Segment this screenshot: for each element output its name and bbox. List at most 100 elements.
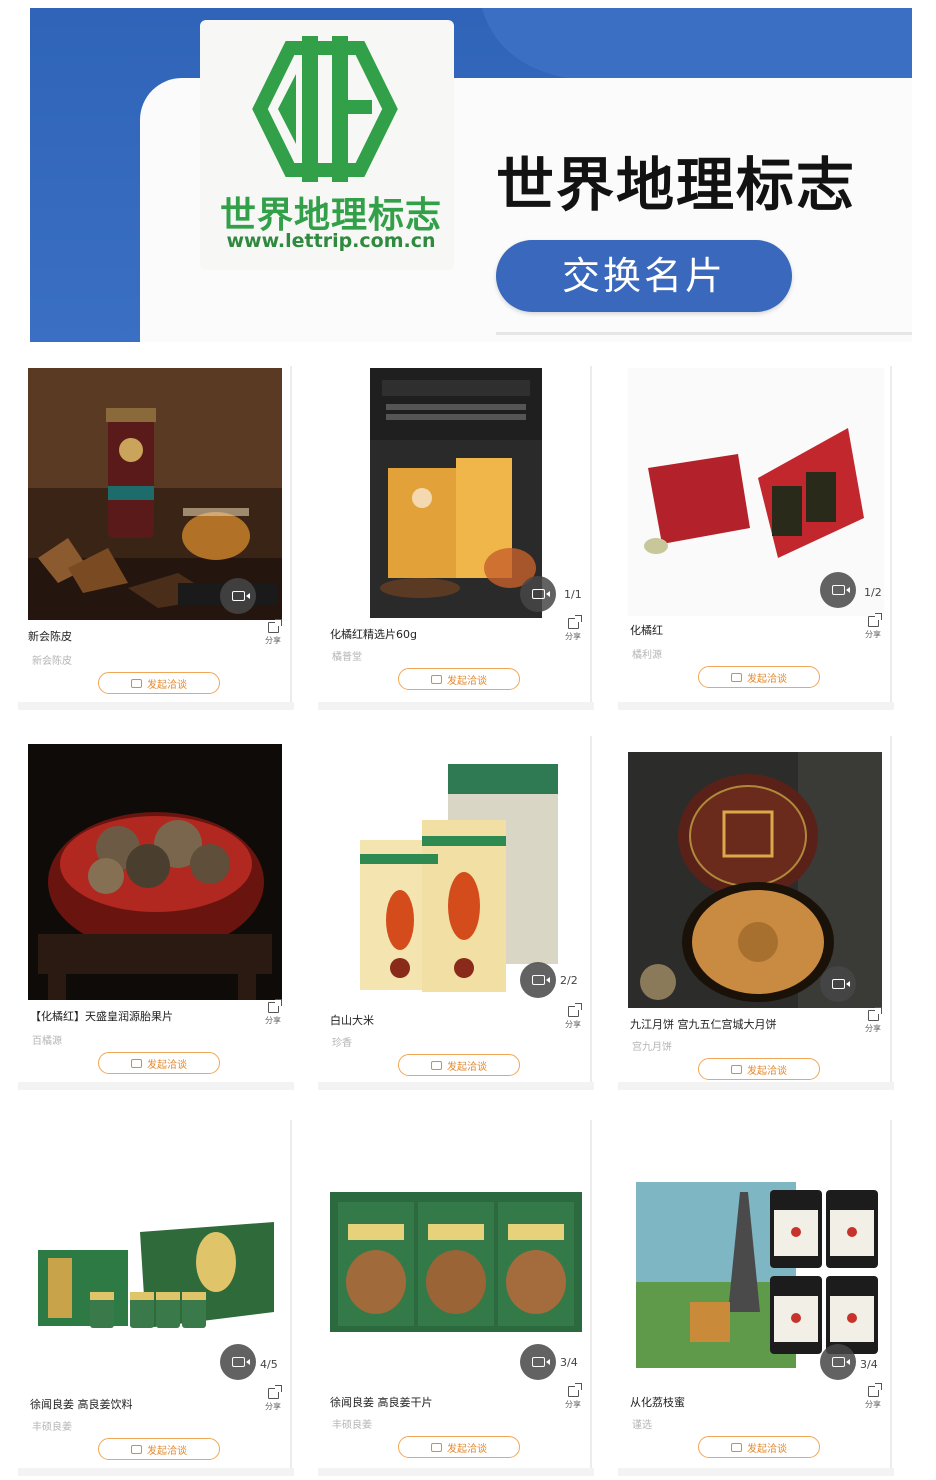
product-image[interactable] [370, 368, 542, 618]
image-counter: 4/5 [260, 1358, 278, 1371]
chat-icon [131, 678, 142, 688]
video-play-icon[interactable] [520, 1344, 556, 1380]
product-title: 【化橘红】天盛皇润源胎果片 [30, 1010, 173, 1023]
product-title: 徐闻良姜 高良姜干片 [330, 1396, 433, 1409]
product-card[interactable]: 新会陈皮 分享 新会陈皮 发起洽谈 [18, 366, 294, 708]
product-card[interactable]: 九江月饼 宫九五仁宫城大月饼 分享 宫九月饼 发起洽谈 [618, 736, 894, 1080]
share-icon [867, 1007, 882, 1021]
share-icon [567, 615, 582, 629]
card-shadow [318, 1468, 594, 1476]
chat-icon [131, 1444, 142, 1454]
image-counter: 2/2 [560, 974, 578, 987]
geo-logo-icon [252, 36, 398, 182]
video-play-icon[interactable] [220, 578, 256, 614]
start-deal-button[interactable]: 发起洽谈 [98, 1052, 220, 1074]
product-title: 徐闻良姜 高良姜饮料 [30, 1398, 133, 1411]
product-title: 化橘红精选片60g [330, 628, 417, 641]
start-deal-button[interactable]: 发起洽谈 [398, 1054, 520, 1076]
share-button[interactable]: 分享 [262, 999, 284, 1026]
chat-icon [431, 1060, 442, 1070]
share-button[interactable]: 分享 [562, 1383, 584, 1410]
card-shadow [618, 1082, 894, 1090]
start-deal-button[interactable]: 发起洽谈 [98, 1438, 220, 1460]
start-deal-button[interactable]: 发起洽谈 [398, 668, 520, 690]
share-button[interactable]: 分享 [862, 1383, 884, 1410]
card-shadow [318, 1082, 594, 1090]
chat-icon [431, 1442, 442, 1452]
product-card[interactable]: 4/5 徐闻良姜 高良姜饮料 分享 丰硕良姜 发起洽谈 [18, 1120, 294, 1462]
product-brand: 新会陈皮 [32, 656, 72, 667]
product-brand: 橘普堂 [332, 652, 362, 663]
chat-icon [431, 674, 442, 684]
product-card[interactable]: 【化橘红】天盛皇润源胎果片 分享 百橘源 发起洽谈 [18, 736, 294, 1078]
product-card[interactable]: 2/2 白山大米 分享 珍香 发起洽谈 [318, 736, 594, 1078]
product-title: 新会陈皮 [28, 630, 72, 643]
card-divider [590, 1120, 592, 1468]
product-title: 化橘红 [630, 624, 663, 637]
video-play-icon[interactable] [820, 572, 856, 608]
product-brand: 百橘源 [32, 1036, 62, 1047]
share-button[interactable]: 分享 [562, 615, 584, 642]
product-brand: 宫九月饼 [632, 1042, 672, 1053]
exchange-card-button[interactable]: 交换名片 [496, 240, 792, 312]
start-deal-button[interactable]: 发起洽谈 [698, 666, 820, 688]
chat-icon [731, 1442, 742, 1452]
chat-icon [131, 1058, 142, 1068]
card-divider [290, 1120, 292, 1468]
image-counter: 3/4 [860, 1358, 878, 1371]
product-brand: 丰硕良姜 [332, 1420, 372, 1431]
card-shadow [618, 1468, 894, 1476]
share-button[interactable]: 分享 [862, 1007, 884, 1034]
card-divider [890, 1120, 892, 1468]
card-shadow [18, 1082, 294, 1090]
product-card[interactable]: 1/1 化橘红精选片60g 分享 橘普堂 发起洽谈 [318, 366, 594, 708]
share-button[interactable]: 分享 [262, 619, 284, 646]
share-icon [567, 1003, 582, 1017]
share-button[interactable]: 分享 [262, 1385, 284, 1412]
video-play-icon[interactable] [520, 576, 556, 612]
share-icon [567, 1383, 582, 1397]
card-divider [890, 736, 892, 1082]
video-play-icon[interactable] [220, 1344, 256, 1380]
start-deal-button[interactable]: 发起洽谈 [698, 1436, 820, 1458]
card-shadow [318, 702, 594, 710]
share-icon [267, 619, 282, 633]
product-title: 白山大米 [330, 1014, 374, 1027]
card-shadow [18, 1468, 294, 1476]
divider [496, 332, 912, 335]
share-icon [867, 613, 882, 627]
product-card[interactable]: 3/4 徐闻良姜 高良姜干片 分享 丰硕良姜 发起洽谈 [318, 1120, 594, 1462]
card-shadow [618, 702, 894, 710]
product-title: 从化荔枝蜜 [630, 1396, 685, 1409]
product-brand: 橘利源 [632, 650, 662, 661]
start-deal-button[interactable]: 发起洽谈 [698, 1058, 820, 1080]
product-brand: 珍香 [332, 1038, 352, 1049]
product-brand: 谨选 [632, 1420, 652, 1431]
video-play-icon[interactable] [820, 1344, 856, 1380]
card-divider [890, 366, 892, 706]
video-play-icon[interactable] [820, 966, 856, 1002]
share-button[interactable]: 分享 [862, 613, 884, 640]
start-deal-button[interactable]: 发起洽谈 [398, 1436, 520, 1458]
card-divider [590, 366, 592, 706]
header-banner: 世界地理标志 www.lettrip.com.cn 世界地理标志 交换名片 [30, 8, 912, 342]
product-image[interactable] [630, 1132, 884, 1382]
product-image[interactable] [30, 1132, 284, 1382]
image-counter: 1/2 [864, 586, 882, 599]
chat-icon [731, 1064, 742, 1074]
video-play-icon[interactable] [520, 962, 556, 998]
start-deal-button[interactable]: 发起洽谈 [98, 672, 220, 694]
product-card[interactable]: 3/4 从化荔枝蜜 分享 谨选 发起洽谈 [618, 1120, 894, 1462]
product-image[interactable] [28, 744, 282, 1000]
card-divider [590, 736, 592, 1082]
card-divider [290, 366, 292, 706]
share-icon [867, 1383, 882, 1397]
share-icon [267, 1385, 282, 1399]
product-title: 九江月饼 宫九五仁宫城大月饼 [630, 1018, 777, 1031]
product-card[interactable]: 1/2 化橘红 分享 橘利源 发起洽谈 [618, 366, 894, 708]
share-button[interactable]: 分享 [562, 1003, 584, 1030]
page-title: 世界地理标志 [496, 151, 857, 219]
logo-url: www.lettrip.com.cn [226, 230, 436, 252]
product-brand: 丰硕良姜 [32, 1422, 72, 1433]
image-counter: 1/1 [564, 588, 582, 601]
